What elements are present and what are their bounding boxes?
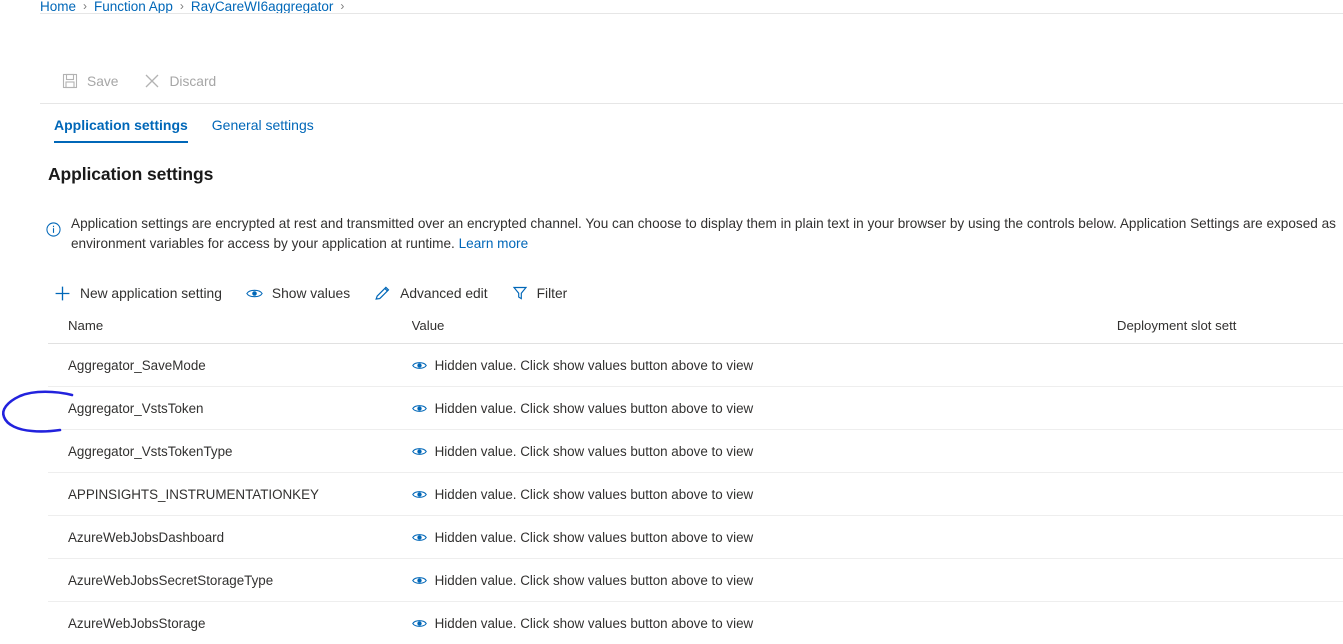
eye-icon — [411, 403, 427, 414]
save-icon — [62, 73, 78, 89]
command-bar: Save Discard — [40, 60, 1343, 102]
info-circle-icon — [46, 222, 61, 242]
action-toolbar: New application setting Show values Adva… — [54, 279, 567, 307]
azure-app-settings-page: Home › Function App › RayCareWI6aggregat… — [0, 0, 1343, 644]
command-bar-divider — [40, 103, 1343, 104]
tab-application-settings-label: Application settings — [54, 117, 188, 133]
tab-general-settings-label: General settings — [211, 117, 314, 133]
setting-value[interactable]: Hidden value. Click show values button a… — [411, 357, 1117, 373]
table-row[interactable]: APPINSIGHTS_INSTRUMENTATIONKEY Hidden va… — [48, 473, 1343, 516]
discard-button[interactable]: Discard — [136, 66, 224, 96]
new-application-setting-label: New application setting — [80, 285, 222, 301]
setting-name: Aggregator_VstsToken — [68, 400, 204, 416]
setting-name: AzureWebJobsStorage — [68, 615, 206, 631]
plus-icon — [54, 285, 71, 302]
setting-value[interactable]: Hidden value. Click show values button a… — [411, 529, 1117, 545]
close-x-icon — [144, 73, 160, 89]
setting-value-label: Hidden value. Click show values button a… — [434, 615, 754, 631]
table-row[interactable]: Aggregator_VstsToken Hidden value. Click… — [48, 387, 1343, 430]
page-title: Application settings — [48, 164, 214, 184]
table-row[interactable]: AzureWebJobsDashboard Hidden value. Clic… — [48, 516, 1343, 559]
funnel-icon — [512, 285, 528, 301]
save-button-label: Save — [87, 73, 119, 89]
learn-more-link[interactable]: Learn more — [459, 236, 529, 251]
advanced-edit-label: Advanced edit — [400, 285, 488, 301]
show-values-button[interactable]: Show values — [246, 279, 350, 307]
setting-value[interactable]: Hidden value. Click show values button a… — [411, 443, 1117, 459]
info-banner: Application settings are encrypted at re… — [46, 214, 1343, 254]
setting-value[interactable]: Hidden value. Click show values button a… — [411, 486, 1117, 502]
settings-tabs: Application settings General settings — [54, 113, 314, 143]
breadcrumb-separator-icon: › — [83, 0, 88, 13]
breadcrumb-item-function-app[interactable]: Function App — [94, 0, 173, 14]
column-header-name[interactable]: Name — [48, 318, 412, 333]
table-row[interactable]: AzureWebJobsStorage Hidden value. Click … — [48, 602, 1343, 644]
setting-name: AzureWebJobsDashboard — [68, 529, 225, 545]
new-application-setting-button[interactable]: New application setting — [54, 279, 222, 307]
advanced-edit-button[interactable]: Advanced edit — [374, 279, 488, 307]
setting-value[interactable]: Hidden value. Click show values button a… — [411, 572, 1117, 588]
pencil-icon — [374, 285, 391, 302]
breadcrumb-separator-icon: › — [179, 0, 184, 13]
table-row[interactable]: AzureWebJobsSecretStorageType Hidden val… — [48, 559, 1343, 602]
setting-name: Aggregator_SaveMode — [68, 357, 206, 373]
setting-value-label: Hidden value. Click show values button a… — [434, 443, 754, 459]
filter-button[interactable]: Filter — [512, 279, 568, 307]
info-banner-text: Application settings are encrypted at re… — [71, 214, 1343, 254]
setting-name: APPINSIGHTS_INSTRUMENTATIONKEY — [68, 486, 319, 502]
eye-icon — [246, 287, 263, 300]
setting-value-label: Hidden value. Click show values button a… — [434, 572, 754, 588]
save-button[interactable]: Save — [54, 66, 126, 96]
tab-general-settings[interactable]: General settings — [212, 113, 314, 143]
breadcrumb-item-resource[interactable]: RayCareWI6aggregator — [191, 0, 334, 14]
breadcrumb-divider — [40, 13, 1343, 14]
setting-name: Aggregator_VstsTokenType — [68, 443, 233, 459]
table-header-row: Name Value Deployment slot sett — [48, 318, 1343, 344]
eye-icon — [411, 489, 427, 500]
setting-name: AzureWebJobsSecretStorageType — [68, 572, 274, 588]
table-row[interactable]: Aggregator_SaveMode Hidden value. Click … — [48, 344, 1343, 387]
info-banner-message: Application settings are encrypted at re… — [71, 216, 1336, 251]
setting-value-label: Hidden value. Click show values button a… — [434, 357, 754, 373]
setting-value-label: Hidden value. Click show values button a… — [434, 529, 754, 545]
filter-label: Filter — [536, 285, 568, 301]
eye-icon — [411, 532, 427, 543]
setting-value-label: Hidden value. Click show values button a… — [434, 486, 754, 502]
breadcrumb-item-home[interactable]: Home — [40, 0, 76, 14]
tab-application-settings[interactable]: Application settings — [54, 113, 188, 143]
setting-value[interactable]: Hidden value. Click show values button a… — [411, 615, 1117, 631]
breadcrumb-separator-icon: › — [340, 0, 345, 13]
eye-icon — [411, 360, 427, 371]
eye-icon — [411, 575, 427, 586]
column-header-deployment-slot[interactable]: Deployment slot sett — [1117, 318, 1343, 333]
setting-value[interactable]: Hidden value. Click show values button a… — [411, 400, 1117, 416]
column-header-value[interactable]: Value — [412, 318, 1117, 333]
show-values-label: Show values — [271, 285, 351, 301]
eye-icon — [411, 446, 427, 457]
setting-value-label: Hidden value. Click show values button a… — [434, 400, 754, 416]
table-row[interactable]: Aggregator_VstsTokenType Hidden value. C… — [48, 430, 1343, 473]
discard-button-label: Discard — [169, 73, 217, 89]
application-settings-table: Name Value Deployment slot sett Aggregat… — [48, 318, 1343, 644]
eye-icon — [411, 618, 427, 629]
